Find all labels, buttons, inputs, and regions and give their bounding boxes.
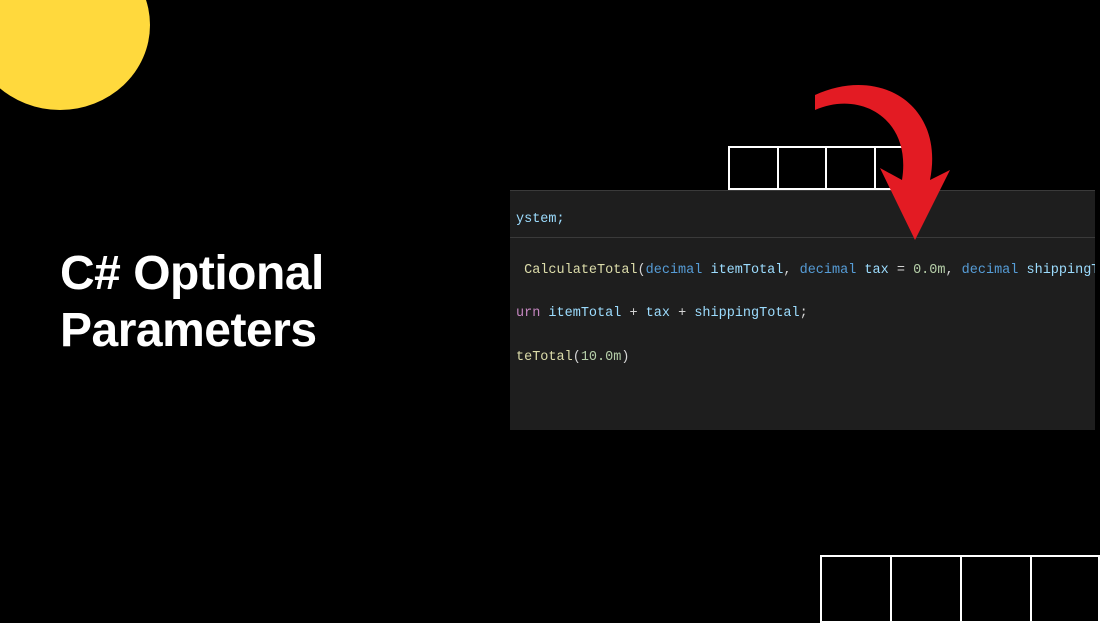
- grid-cell: [960, 555, 1030, 623]
- code-line-return: urn itemTotal + tax + shippingTotal;: [510, 303, 1095, 325]
- grid-cell: [820, 555, 890, 623]
- grid-cell: [890, 555, 960, 623]
- grid-cell: [728, 146, 777, 190]
- page-title: C# Optional Parameters: [60, 246, 324, 359]
- code-line-call: teTotal(10.0m): [510, 347, 1095, 369]
- arrow-icon: [790, 70, 990, 260]
- grid-cell: [1030, 555, 1100, 623]
- code-line-method-signature: CalculateTotal(decimal itemTotal, decima…: [510, 260, 1095, 282]
- title-line-1: C# Optional: [60, 247, 324, 300]
- decorative-bottom-grid: [820, 555, 1100, 619]
- yellow-corner-shape: [0, 0, 150, 110]
- title-line-2: Parameters: [60, 304, 317, 357]
